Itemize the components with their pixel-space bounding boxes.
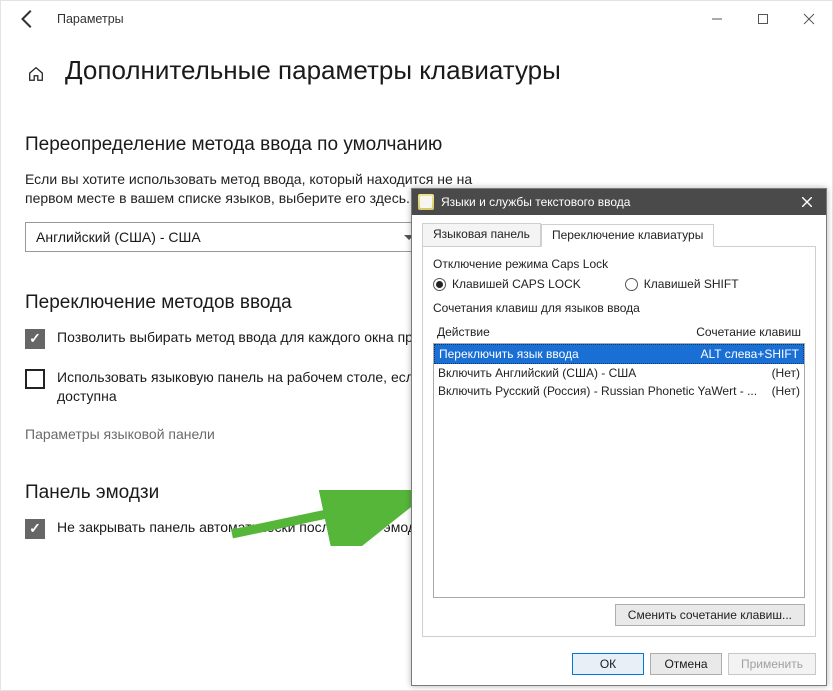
hotkey-combo: ALT слева+SHIFT — [695, 347, 800, 361]
tab-langbar[interactable]: Языковая панель — [422, 223, 541, 246]
col-action: Действие — [437, 325, 490, 339]
langbar-checkbox[interactable] — [25, 369, 45, 389]
per-app-checkbox[interactable] — [25, 329, 45, 349]
radio-shift[interactable]: Клавишей SHIFT — [625, 277, 739, 291]
emoji-close-label: Не закрывать панель автоматически после … — [57, 518, 430, 537]
settings-header: Дополнительные параметры клавиатуры — [1, 37, 832, 94]
hotkey-action: Переключить язык ввода — [439, 347, 695, 361]
hotkeys-header: Действие Сочетание клавиш — [433, 321, 805, 343]
change-hotkey-button[interactable]: Сменить сочетание клавиш... — [615, 604, 805, 626]
hotkey-combo: (Нет) — [766, 366, 800, 380]
text-services-dialog: Языки и службы текстового ввода Языковая… — [411, 188, 827, 686]
page-title: Дополнительные параметры клавиатуры — [65, 55, 561, 86]
hotkey-row[interactable]: Переключить язык ввода ALT слева+SHIFT — [434, 344, 804, 364]
minimize-icon[interactable] — [694, 1, 740, 37]
emoji-close-checkbox[interactable] — [25, 519, 45, 539]
override-heading: Переопределение метода ввода по умолчани… — [25, 134, 808, 156]
hotkey-row[interactable]: Включить Русский (Россия) - Russian Phon… — [434, 382, 804, 400]
hotkeys-group: Сочетания клавиш для языков ввода Действ… — [433, 301, 805, 626]
window-controls — [694, 1, 832, 37]
dialog-buttons: ОК Отмена Применить — [412, 645, 826, 685]
hotkeys-group-title: Сочетания клавиш для языков ввода — [433, 301, 805, 315]
keyboard-icon — [418, 194, 434, 210]
hotkey-action: Включить Английский (США) - США — [438, 366, 766, 380]
radio-shift-dot — [625, 278, 638, 291]
dialog-title: Языки и службы текстового ввода — [441, 195, 630, 209]
radio-shift-label: Клавишей SHIFT — [644, 277, 739, 291]
capslock-group-title: Отключение режима Caps Lock — [433, 257, 805, 271]
ok-button[interactable]: ОК — [572, 653, 644, 675]
dialog-body: Языковая панель Переключение клавиатуры … — [412, 215, 826, 645]
window-title: Параметры — [57, 12, 124, 26]
dialog-tabs: Языковая панель Переключение клавиатуры — [422, 223, 816, 247]
close-icon[interactable] — [786, 1, 832, 37]
dialog-titlebar[interactable]: Языки и службы текстового ввода — [412, 189, 826, 215]
capslock-group: Отключение режима Caps Lock Клавишей CAP… — [433, 257, 805, 291]
cancel-button[interactable]: Отмена — [650, 653, 722, 675]
default-ime-combo[interactable]: Английский (США) - США — [25, 222, 425, 252]
hotkey-combo: (Нет) — [766, 384, 800, 398]
back-icon[interactable] — [17, 8, 39, 30]
hotkey-action: Включить Русский (Россия) - Russian Phon… — [438, 384, 766, 398]
col-combo: Сочетание клавиш — [696, 325, 801, 339]
hotkeys-list[interactable]: Переключить язык ввода ALT слева+SHIFT В… — [433, 343, 805, 598]
tab-panel: Отключение режима Caps Lock Клавишей CAP… — [422, 247, 816, 637]
hotkey-row[interactable]: Включить Английский (США) - США (Нет) — [434, 364, 804, 382]
apply-button[interactable]: Применить — [728, 653, 816, 675]
tab-keyboard-switch[interactable]: Переключение клавиатуры — [541, 224, 714, 247]
default-ime-value: Английский (США) - США — [36, 229, 201, 245]
maximize-icon[interactable] — [740, 1, 786, 37]
radio-caps-label: Клавишей CAPS LOCK — [452, 277, 581, 291]
home-icon[interactable] — [25, 63, 47, 85]
dialog-close-icon[interactable] — [788, 189, 826, 215]
radio-caps-lock[interactable]: Клавишей CAPS LOCK — [433, 277, 581, 291]
radio-caps-dot — [433, 278, 446, 291]
settings-titlebar: Параметры — [1, 1, 832, 37]
